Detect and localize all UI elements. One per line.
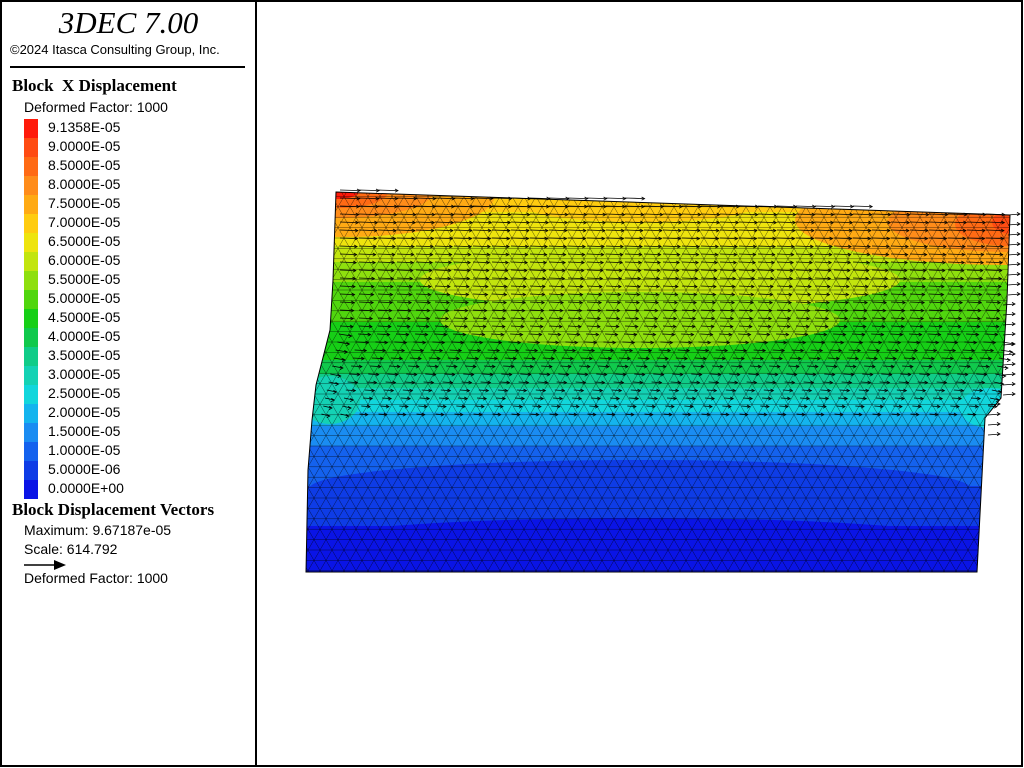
colorbar-label: 8.0000E-05 — [48, 176, 121, 192]
colorbar-swatch — [24, 119, 38, 138]
vectors-scale: Scale: 614.792 — [24, 541, 118, 557]
contour-fill — [306, 192, 1010, 572]
colorbar-label: 8.5000E-05 — [48, 157, 121, 173]
colorbar-label: 6.5000E-05 — [48, 233, 121, 249]
colorbar-label: 4.5000E-05 — [48, 309, 121, 325]
colorbar-label: 1.0000E-05 — [48, 442, 121, 458]
colorbar-swatch — [24, 271, 38, 290]
colorbar-swatch — [24, 138, 38, 157]
colorbar-swatch — [24, 442, 38, 461]
contour-band — [306, 360, 1010, 375]
colorbar-label: 1.5000E-05 — [48, 423, 121, 439]
colorbar-swatch — [24, 480, 38, 499]
colorbar-swatch — [24, 347, 38, 366]
colorbar-label: 5.5000E-05 — [48, 271, 121, 287]
colorbar-label: 9.0000E-05 — [48, 138, 121, 154]
colorbar-swatch — [24, 309, 38, 328]
vectors-deformed-factor: Deformed Factor: 1000 — [24, 570, 168, 586]
colorbar-label: 0.0000E+00 — [48, 480, 124, 496]
contour-deformed-factor: Deformed Factor: 1000 — [24, 99, 168, 115]
colorbar-label: 5.0000E-05 — [48, 290, 121, 306]
legend-panel: 3DEC 7.00 ©2024 Itasca Consulting Group,… — [2, 2, 255, 765]
colorbar-swatch — [24, 423, 38, 442]
colorbar-label: 9.1358E-05 — [48, 119, 121, 135]
colorbar-label: 3.0000E-05 — [48, 366, 121, 382]
colorbar-label: 5.0000E-06 — [48, 461, 121, 477]
colorbar-swatch — [24, 176, 38, 195]
colorbar-swatch — [24, 157, 38, 176]
colorbar-label: 2.0000E-05 — [48, 404, 121, 420]
colorbar-label: 3.5000E-05 — [48, 347, 121, 363]
app-title: 3DEC 7.00 — [58, 5, 199, 40]
vectors-maximum: Maximum: 9.67187e-05 — [24, 522, 172, 538]
vectors-title: Block Displacement Vectors — [12, 500, 215, 519]
contour-title: Block X Displacement — [12, 76, 177, 95]
colorbar-swatch — [24, 404, 38, 423]
colorbar-swatch — [24, 252, 38, 271]
colorbar-swatch — [24, 195, 38, 214]
colorbar-label: 7.5000E-05 — [48, 195, 121, 211]
colorbar-label: 4.0000E-05 — [48, 328, 121, 344]
contour-region — [320, 518, 960, 562]
colorbar-swatch — [24, 233, 38, 252]
colorbar-label: 7.0000E-05 — [48, 214, 121, 230]
colorbar-label: 6.0000E-05 — [48, 252, 121, 268]
colorbar-swatch — [24, 328, 38, 347]
colorbar-label: 2.5000E-05 — [48, 385, 121, 401]
contour-band — [306, 426, 1010, 447]
colorbar-swatch — [24, 461, 38, 480]
copyright-text: ©2024 Itasca Consulting Group, Inc. — [10, 42, 220, 57]
colorbar-swatch — [24, 385, 38, 404]
colorbar-swatch — [24, 366, 38, 385]
colorbar-swatch — [24, 290, 38, 309]
model-viewport[interactable] — [256, 1, 1022, 766]
colorbar-swatch — [24, 214, 38, 233]
